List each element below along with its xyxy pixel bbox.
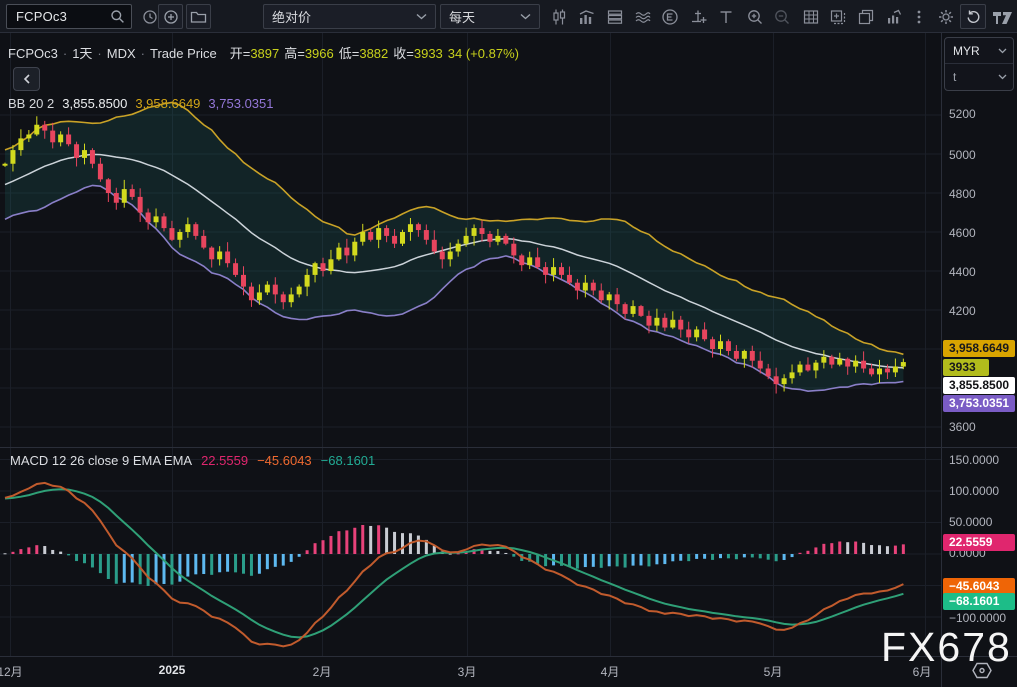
undo-icon[interactable] bbox=[960, 4, 986, 29]
legend-exchange: MDX bbox=[107, 46, 136, 61]
candlestick-style-icon[interactable] bbox=[546, 4, 572, 29]
add-symbol-icon[interactable] bbox=[158, 4, 183, 29]
bb-lower-value: 3,753.0351 bbox=[208, 96, 273, 111]
currency-label: MYR bbox=[953, 44, 998, 58]
open-label: 开= bbox=[230, 43, 251, 62]
macd-hist-pill: 22.5559 bbox=[943, 534, 1015, 551]
macd-line-value: −45.6043 bbox=[257, 453, 312, 468]
separator-dot: · bbox=[141, 46, 145, 61]
macd-legend[interactable]: MACD 12 26 close 9 EMA EMA 22.5559 −45.6… bbox=[10, 453, 375, 468]
indicators-icon[interactable] bbox=[574, 4, 600, 29]
close-value: 3933 bbox=[414, 46, 443, 61]
tradingview-logo[interactable] bbox=[990, 4, 1016, 29]
macd-signal-pill: −68.1601 bbox=[943, 593, 1015, 610]
interval-select[interactable]: 每天 bbox=[440, 4, 540, 29]
open-value: 3897 bbox=[250, 46, 279, 61]
macd-tick: 150.0000 bbox=[949, 453, 999, 467]
chevron-down-icon bbox=[416, 13, 427, 20]
high-value: 3966 bbox=[305, 46, 334, 61]
price-tick: 5000 bbox=[949, 148, 976, 162]
bb-upper-price-pill: 3,958.6649 bbox=[943, 340, 1015, 357]
macd-title: MACD 12 26 close 9 EMA EMA bbox=[10, 453, 192, 468]
trading-app: FCPOc3 绝对价 每天 bbox=[0, 0, 1017, 687]
chevron-down-icon bbox=[998, 48, 1007, 54]
macd-tick: −100.0000 bbox=[949, 611, 1006, 625]
last-price-pill: 3933 bbox=[943, 359, 989, 376]
price-tick: 5200 bbox=[949, 107, 976, 121]
time-tick: 5月 bbox=[764, 663, 783, 680]
text-tool-icon[interactable] bbox=[713, 4, 739, 29]
legend-interval: 1天 bbox=[72, 43, 92, 62]
more-options-icon[interactable] bbox=[906, 4, 932, 29]
currency-select[interactable]: MYR bbox=[945, 38, 1013, 64]
time-tick: 2月 bbox=[313, 663, 332, 680]
close-label: 收= bbox=[393, 43, 414, 62]
settings-gear-icon[interactable] bbox=[933, 4, 959, 29]
price-type-label: 绝对价 bbox=[272, 7, 416, 26]
axis-settings-icon[interactable] bbox=[971, 661, 993, 679]
time-tick: 3月 bbox=[458, 663, 477, 680]
zoom-in-icon[interactable] bbox=[742, 4, 768, 29]
bb-basis-value: 3,855.8500 bbox=[62, 96, 127, 111]
price-tick: 4600 bbox=[949, 226, 976, 240]
unit-select[interactable]: t bbox=[945, 64, 1013, 90]
bb-lower-price-pill: 3,753.0351 bbox=[943, 395, 1015, 412]
legend-symbol: FCPOc3 bbox=[8, 46, 58, 61]
alert-icon[interactable] bbox=[686, 4, 712, 29]
chevron-left-icon bbox=[23, 74, 31, 84]
layout-grid-icon[interactable] bbox=[798, 4, 824, 29]
low-label: 低= bbox=[339, 43, 360, 62]
publish-chart-icon[interactable] bbox=[881, 4, 907, 29]
bb-basis-price-pill: 3,855.8500 bbox=[943, 377, 1015, 394]
bb-title: BB 20 2 bbox=[8, 96, 54, 111]
low-value: 3882 bbox=[359, 46, 388, 61]
interval-label: 每天 bbox=[449, 7, 520, 26]
bollinger-legend[interactable]: BB 20 2 3,855.8500 3,958.6649 3,753.0351 bbox=[8, 96, 274, 111]
price-tick: 4200 bbox=[949, 304, 976, 318]
price-type-select[interactable]: 绝对价 bbox=[263, 4, 436, 29]
unit-label: t bbox=[953, 70, 998, 84]
bb-upper-value: 3,958.6649 bbox=[135, 96, 200, 111]
macd-hist-value: 22.5559 bbox=[201, 453, 248, 468]
high-label: 高= bbox=[284, 43, 305, 62]
macd-signal-value: −68.1601 bbox=[321, 453, 376, 468]
folder-icon[interactable] bbox=[186, 4, 211, 29]
waves-icon[interactable] bbox=[630, 4, 656, 29]
collapse-legend-button[interactable] bbox=[13, 67, 40, 91]
chevron-down-icon bbox=[520, 13, 531, 20]
macd-tick: 50.0000 bbox=[949, 515, 992, 529]
price-tick: 4400 bbox=[949, 265, 976, 279]
windows-icon[interactable] bbox=[853, 4, 879, 29]
time-tick: 12月 bbox=[0, 663, 23, 680]
circled-e-icon[interactable] bbox=[657, 4, 683, 29]
legend-series: Trade Price bbox=[150, 46, 217, 61]
separator-dot: · bbox=[97, 46, 101, 61]
price-tick: 4800 bbox=[949, 187, 976, 201]
change-value: 34 (+0.87%) bbox=[448, 46, 519, 61]
price-tick: 3600 bbox=[949, 420, 976, 434]
time-axis[interactable]: 12月 2025 2月 3月 4月 5月 6月 bbox=[0, 657, 1017, 687]
separator-dot: · bbox=[63, 46, 67, 61]
zoom-out-icon[interactable] bbox=[769, 4, 795, 29]
search-icon bbox=[110, 9, 125, 24]
new-layout-icon[interactable] bbox=[825, 4, 851, 29]
chevron-down-icon bbox=[998, 74, 1007, 80]
time-tick-year: 2025 bbox=[159, 663, 186, 677]
symbol-text: FCPOc3 bbox=[16, 9, 110, 24]
time-tick: 4月 bbox=[601, 663, 620, 680]
templates-icon[interactable] bbox=[602, 4, 628, 29]
macd-tick: 100.0000 bbox=[949, 484, 999, 498]
axis-unit-box: MYR t bbox=[944, 37, 1014, 91]
top-toolbar: FCPOc3 绝对价 每天 bbox=[0, 0, 1017, 33]
symbol-legend[interactable]: FCPOc3 · 1天 · MDX · Trade Price 开=3897 高… bbox=[8, 43, 519, 62]
symbol-search-input[interactable]: FCPOc3 bbox=[6, 4, 132, 29]
